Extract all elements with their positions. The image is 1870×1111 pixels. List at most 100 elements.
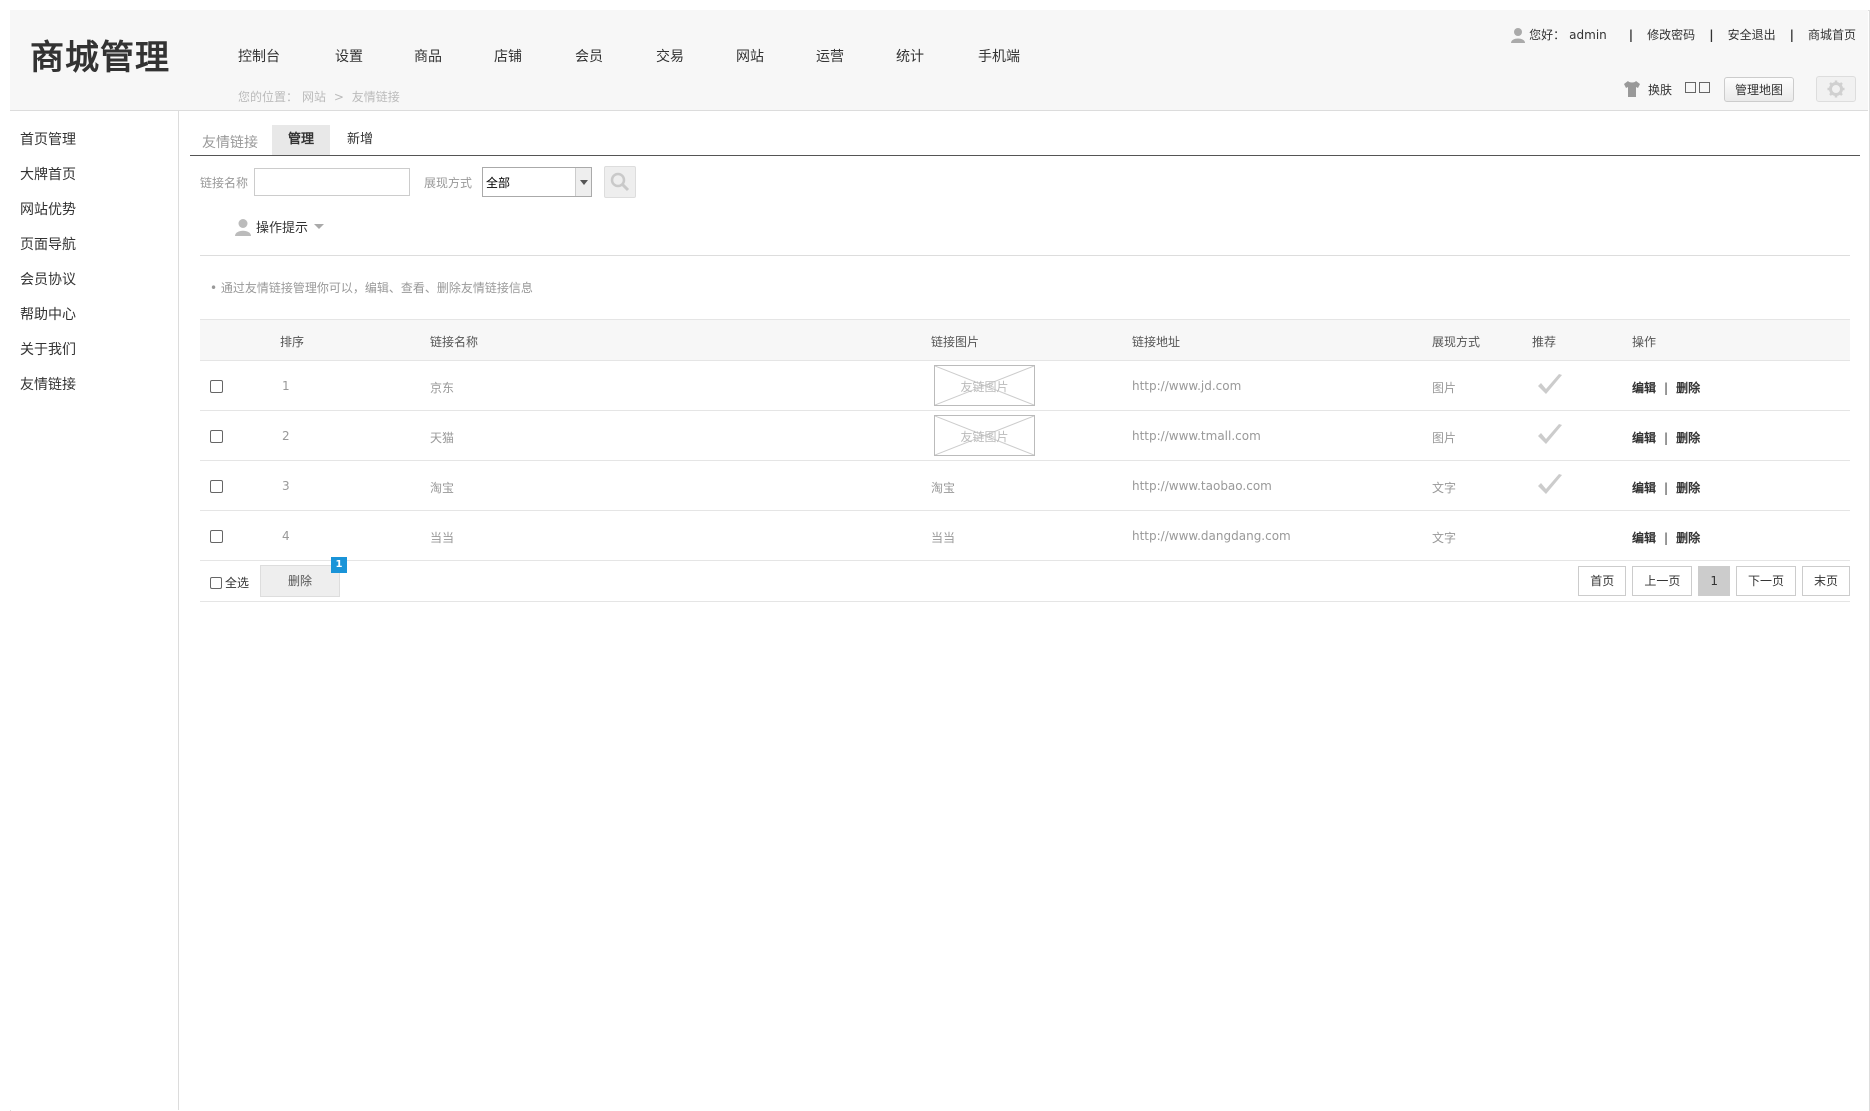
link-image-label: 友链图片 [960,430,1009,444]
header-tools: 换肤 管理地图 [1622,76,1856,102]
sidebar-item-brand-home[interactable]: 大牌首页 [20,164,76,184]
next-page-button[interactable]: 下一页 [1735,566,1796,596]
settings-button[interactable] [1816,76,1856,102]
col-name: 链接名称 [430,335,479,349]
table-row: 2 天猫 友链图片 http://www.tmall.com 图片 编辑 | 删除 [200,411,1850,461]
col-actions: 操作 [1632,335,1657,349]
skin-option-2[interactable] [1696,82,1710,96]
admin-map-button[interactable]: 管理地图 [1723,76,1794,102]
pagination: 首页 上一页 1 下一页 末页 [1572,566,1850,596]
sidebar-item-friend-links[interactable]: 友情链接 [20,374,76,394]
shirt-icon[interactable] [1622,80,1642,98]
skin-option-1[interactable] [1682,82,1696,96]
breadcrumb-level1[interactable]: 网站 [302,90,326,104]
nav-item-operations[interactable]: 运营 [816,46,844,66]
row-order: 4 [282,529,290,543]
breadcrumb: 您的位置： 网站 > 友情链接 [238,88,404,105]
row-checkbox[interactable] [210,430,223,443]
nav-item-goods[interactable]: 商品 [414,46,442,66]
display-mode-select[interactable]: 全部 [482,167,593,197]
row-display-mode: 文字 [1432,481,1457,495]
col-image: 链接图片 [931,335,980,349]
col-recommend: 推荐 [1532,335,1557,349]
chevron-down-icon [575,168,592,196]
row-display-mode: 图片 [1432,381,1457,395]
search-button[interactable] [604,166,637,198]
friend-links-table: 排序 链接名称 链接图片 链接地址 展现方式 推荐 操作 1 京东 友链图片 h… [200,319,1850,602]
sidebar-item-site-advantages[interactable]: 网站优势 [20,199,76,219]
logout-link[interactable]: 安全退出 [1728,26,1776,43]
row-checkbox[interactable] [210,480,223,493]
sidebar-item-page-nav[interactable]: 页面导航 [20,234,76,254]
operation-tip-text: • 通过友情链接管理你可以，编辑、查看、删除友情链接信息 [210,281,533,295]
user-icon [235,218,251,236]
select-all-checkbox[interactable]: 全选 [210,574,249,591]
nav-item-dashboard[interactable]: 控制台 [238,46,280,66]
delete-link[interactable]: 删除 [1676,481,1700,495]
row-image-text: 当当 [931,531,956,545]
sidebar-item-home-manage[interactable]: 首页管理 [20,129,76,149]
skin-label[interactable]: 换肤 [1648,81,1672,98]
divider: | [1789,27,1794,42]
caret-down-icon [314,223,325,229]
operation-tips-label: 操作提示 [256,221,309,236]
row-order: 2 [282,429,290,443]
change-password-link[interactable]: 修改密码 [1647,26,1695,43]
greeting-label: 您好： [1529,28,1566,42]
operation-tips-toggle[interactable]: 操作提示 [234,217,325,236]
delete-link[interactable]: 删除 [1676,531,1700,545]
nav-item-website[interactable]: 网站 [736,46,764,66]
tab-bar: 友情链接 管理 新增 [190,124,1860,156]
nav-item-settings[interactable]: 设置 [335,46,363,66]
col-order: 排序 [280,335,305,349]
checkmark-icon [1538,424,1562,444]
row-name: 淘宝 [430,481,455,495]
sidebar-item-about-us[interactable]: 关于我们 [20,339,76,359]
tab-manage[interactable]: 管理 [272,125,330,155]
sidebar-item-help-center[interactable]: 帮助中心 [20,304,76,324]
shop-home-link[interactable]: 商城首页 [1808,26,1856,43]
row-actions: 编辑 | 删除 [1632,379,1700,396]
edit-link[interactable]: 编辑 [1632,531,1656,545]
page-number-current[interactable]: 1 [1698,566,1730,596]
col-display-mode: 展现方式 [1432,335,1481,349]
username: admin [1569,27,1607,42]
divider: | [1628,27,1634,42]
row-display-mode: 图片 [1432,431,1457,445]
select-all-label: 全选 [225,576,250,590]
table-row: 3 淘宝 淘宝 http://www.taobao.com 文字 编辑 | 删除 [200,461,1850,511]
edit-link[interactable]: 编辑 [1632,481,1656,495]
row-order: 1 [282,379,290,393]
top-links: 您好： admin | 修改密码 | 安全退出 | 商城首页 [1510,26,1856,43]
sidebar-item-member-agreement[interactable]: 会员协议 [20,269,76,289]
checkbox[interactable] [210,576,222,589]
checkmark-icon [1538,374,1562,394]
display-mode-value: 全部 [486,176,511,190]
link-name-input[interactable] [254,168,411,196]
row-checkbox[interactable] [210,530,223,543]
nav-item-statistics[interactable]: 统计 [896,46,924,66]
row-image-text: 淘宝 [931,481,956,495]
nav-item-trade[interactable]: 交易 [656,46,684,66]
table-header: 排序 链接名称 链接图片 链接地址 展现方式 推荐 操作 [200,319,1850,361]
nav-item-members[interactable]: 会员 [575,46,603,66]
breadcrumb-prefix: 您的位置： [238,90,299,104]
row-url: http://www.dangdang.com [1132,529,1291,543]
edit-link[interactable]: 编辑 [1632,381,1656,395]
last-page-button[interactable]: 末页 [1801,566,1850,596]
tab-add[interactable]: 新增 [331,125,389,155]
row-checkbox[interactable] [210,380,223,393]
table-row: 1 京东 友链图片 http://www.jd.com 图片 编辑 | 删除 [200,361,1850,411]
row-actions: 编辑 | 删除 [1632,429,1700,446]
edit-link[interactable]: 编辑 [1632,431,1656,445]
delete-link[interactable]: 删除 [1676,381,1700,395]
divider: | [1664,481,1669,495]
row-actions: 编辑 | 删除 [1632,479,1700,496]
bulk-delete-button[interactable]: 删除 [260,565,340,597]
prev-page-button[interactable]: 上一页 [1632,566,1693,596]
nav-item-stores[interactable]: 店铺 [494,46,522,66]
nav-item-mobile[interactable]: 手机端 [978,46,1020,66]
first-page-button[interactable]: 首页 [1578,566,1627,596]
delete-link[interactable]: 删除 [1676,431,1700,445]
row-url: http://www.jd.com [1132,379,1242,393]
